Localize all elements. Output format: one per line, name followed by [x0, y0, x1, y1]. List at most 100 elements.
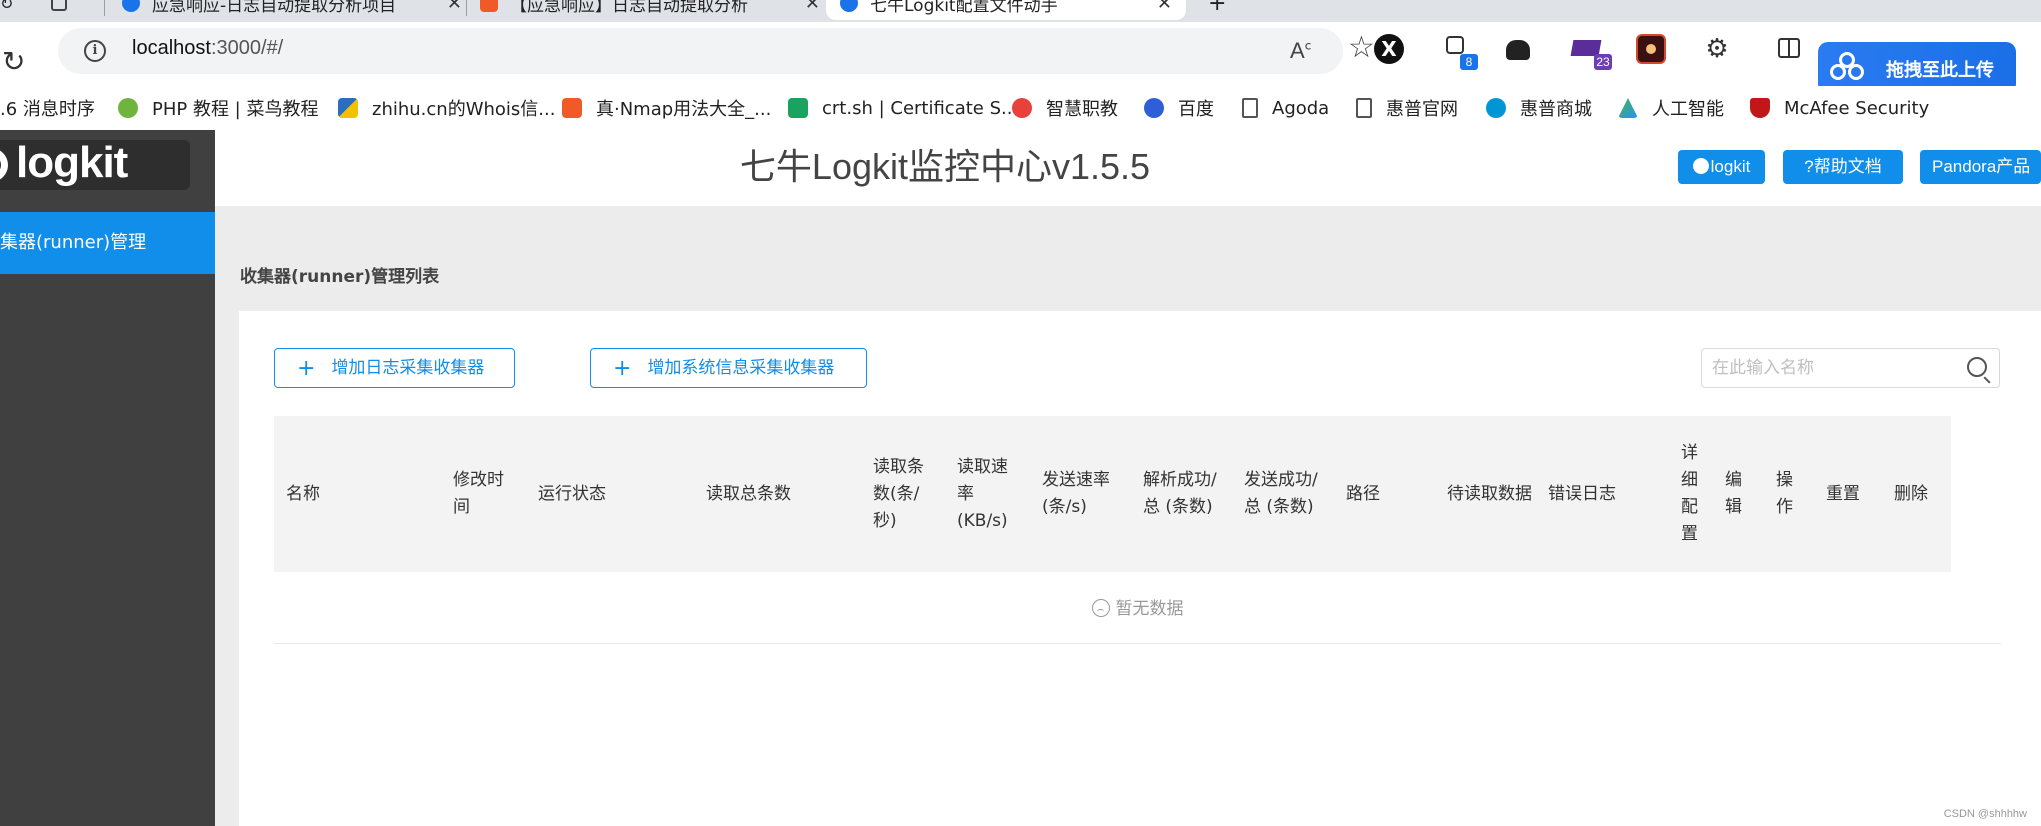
spy-hat-icon — [1506, 40, 1530, 60]
column-header: 操作 — [1776, 416, 1796, 572]
pandora-button[interactable]: Pandora产品 — [1920, 150, 2041, 184]
column-header: 重置 — [1826, 416, 1876, 572]
watermark: CSDN @shhhhw — [1943, 808, 2027, 820]
reload-icon[interactable]: ↻ — [2, 48, 25, 76]
bookmarks-bar: .6 消息时序 PHP 教程 | 菜鸟教程 zhihu.cn的Whois信...… — [0, 86, 2041, 130]
page: logkit 集器(runner)管理 七牛Logkit监控中心v1.5.5 l… — [0, 130, 2041, 826]
tab-grid-icon[interactable] — [51, 0, 68, 11]
bookmark-item[interactable]: 惠普官网 — [1356, 92, 1458, 124]
empty-text: 暂无数据 — [1115, 599, 1184, 619]
logo-mark-icon — [0, 148, 8, 182]
new-tab-icon[interactable]: + — [1208, 0, 1238, 20]
column-header: 名称 — [286, 416, 436, 572]
bookmark-label: 智慧职教 — [1046, 99, 1118, 120]
bookmark-item[interactable]: 智慧职教 — [1012, 92, 1118, 124]
x-extension-icon[interactable]: X — [1374, 34, 1404, 64]
spy-extension-icon[interactable] — [1503, 34, 1533, 64]
column-header: 发送速率(条/s) — [1042, 416, 1126, 572]
github-icon — [1692, 158, 1709, 174]
mcafee-shield-icon — [1750, 98, 1770, 118]
column-header: 详细配置 — [1681, 416, 1701, 572]
bookmark-item[interactable]: crt.sh | Certificate S... — [788, 92, 1018, 124]
csdn-tab-icon — [480, 0, 498, 12]
column-header: 读取速率(KB/s) — [957, 416, 1015, 572]
column-label: 读取总条数 — [706, 483, 791, 504]
baidu-paw-icon — [1144, 98, 1164, 118]
github-button[interactable]: logkit — [1678, 150, 1765, 184]
bookmark-item[interactable]: 惠普商城 — [1486, 92, 1592, 124]
favorite-star-icon[interactable]: ☆ — [1348, 33, 1375, 63]
search-icon[interactable] — [1967, 357, 1987, 377]
bookmark-label: 人工智能 — [1652, 99, 1724, 120]
add-log-collector-button[interactable]: + 增加日志采集收集器 — [274, 348, 515, 388]
column-header: 编辑 — [1725, 416, 1745, 572]
add-system-collector-button[interactable]: + 增加系统信息采集收集器 — [590, 348, 867, 388]
runner-list-card: + 增加日志采集收集器 + 增加系统信息采集收集器 名称 修改时间 运行状态 读取总… — [239, 311, 2041, 826]
help-label: ?帮助文档 — [1804, 157, 1882, 176]
bookmark-label: 惠普官网 — [1386, 99, 1458, 120]
hp-icon — [1486, 98, 1506, 118]
browser-tab-active[interactable]: 七牛Logkit配置文件动手 ✕ — [826, 0, 1186, 20]
column-header: 路径 — [1346, 416, 1426, 572]
close-tab-icon[interactable]: ✕ — [447, 0, 462, 14]
github-label: logkit — [1710, 157, 1751, 176]
search-input[interactable] — [1702, 349, 1952, 387]
bookmark-item[interactable]: Agoda — [1242, 92, 1329, 124]
sidebar-item-runner-management[interactable]: 集器(runner)管理 — [0, 212, 215, 274]
site-info-icon[interactable]: i — [84, 40, 106, 62]
logkit-logo[interactable]: logkit — [0, 138, 190, 190]
cloud-icon — [1830, 52, 1866, 84]
bookmark-label: PHP 教程 | 菜鸟教程 — [152, 99, 319, 120]
graduation-cap-extension-icon[interactable]: 23 — [1570, 34, 1612, 70]
logo-text: logkit — [16, 138, 128, 187]
page-title: 七牛Logkit监控中心v1.5.5 — [739, 146, 1151, 187]
eye-icon — [1646, 44, 1656, 54]
browser-tab-1[interactable]: ↻ — [0, 0, 100, 20]
pandora-label: Pandora产品 — [1932, 157, 2031, 176]
column-header: 删除 — [1894, 416, 1944, 572]
sidebar-item-label: 集器(runner)管理 — [0, 232, 147, 253]
dark-reader-extension-icon[interactable] — [1636, 34, 1666, 64]
column-label: 路径 — [1346, 483, 1380, 504]
frown-icon — [1091, 599, 1110, 617]
close-tab-icon[interactable]: ✕ — [805, 0, 820, 14]
bookmark-item[interactable]: 人工智能 — [1618, 92, 1724, 124]
search-box[interactable] — [1701, 348, 2000, 388]
bookmark-item[interactable]: 百度 — [1144, 92, 1214, 124]
close-tab-icon[interactable]: ✕ — [1157, 0, 1172, 14]
column-header: 运行状态 — [538, 416, 688, 572]
bookmark-item[interactable]: 真·Nmap用法大全_... — [562, 92, 771, 124]
browser-tab-3[interactable]: 【应急响应】日志自动提取分析 ✕ — [480, 0, 820, 20]
bookmark-label: Agoda — [1272, 97, 1330, 119]
bookmark-item[interactable]: .6 消息时序 — [0, 92, 95, 124]
url-host: localhost — [132, 37, 211, 59]
browser-tab-2[interactable]: 应急响应-日志自动提取分析项目 ✕ — [122, 0, 462, 20]
reload-tab-icon: ↻ — [0, 0, 14, 13]
plus-icon: + — [613, 356, 632, 381]
section-title: 收集器(runner)管理列表 — [240, 267, 440, 287]
csdn-icon — [562, 98, 582, 118]
robot-extension-icon[interactable]: 8 — [1442, 34, 1478, 70]
help-docs-button[interactable]: ?帮助文档 — [1783, 150, 1903, 184]
ai-icon — [1618, 98, 1638, 118]
bookmark-item[interactable]: PHP 教程 | 菜鸟教程 — [118, 92, 318, 124]
column-label: 读取速率(KB/s) — [957, 456, 1008, 531]
bookmark-item[interactable]: zhihu.cn的Whois信... — [338, 92, 555, 124]
split-divider — [1788, 38, 1790, 58]
split-screen-icon[interactable] — [1776, 34, 1806, 64]
bookmark-label: 百度 — [1178, 99, 1214, 120]
robot-face-icon — [1446, 36, 1464, 54]
column-label: 操作 — [1776, 470, 1793, 517]
sidebar: logkit 集器(runner)管理 — [0, 130, 215, 826]
robot-extension-badge: 8 — [1460, 54, 1478, 70]
extensions-puzzle-icon[interactable]: ⚙ — [1702, 34, 1732, 64]
bookmark-item[interactable]: McAfee Security — [1750, 92, 1929, 124]
url-text[interactable]: localhost:3000/#/ — [132, 37, 283, 60]
column-label: 读取条数(条/秒) — [873, 456, 924, 531]
read-aloud-icon[interactable]: Aⅽ — [1290, 38, 1311, 64]
column-label: 解析成功/总 (条数) — [1143, 470, 1217, 517]
tab-title: 【应急响应】日志自动提取分析 — [510, 0, 748, 16]
button-label: 增加系统信息采集收集器 — [647, 358, 835, 378]
address-bar[interactable]: i localhost:3000/#/ Aⅽ ☆ — [58, 28, 1375, 74]
column-header: 发送成功/总 (条数) — [1244, 416, 1328, 572]
